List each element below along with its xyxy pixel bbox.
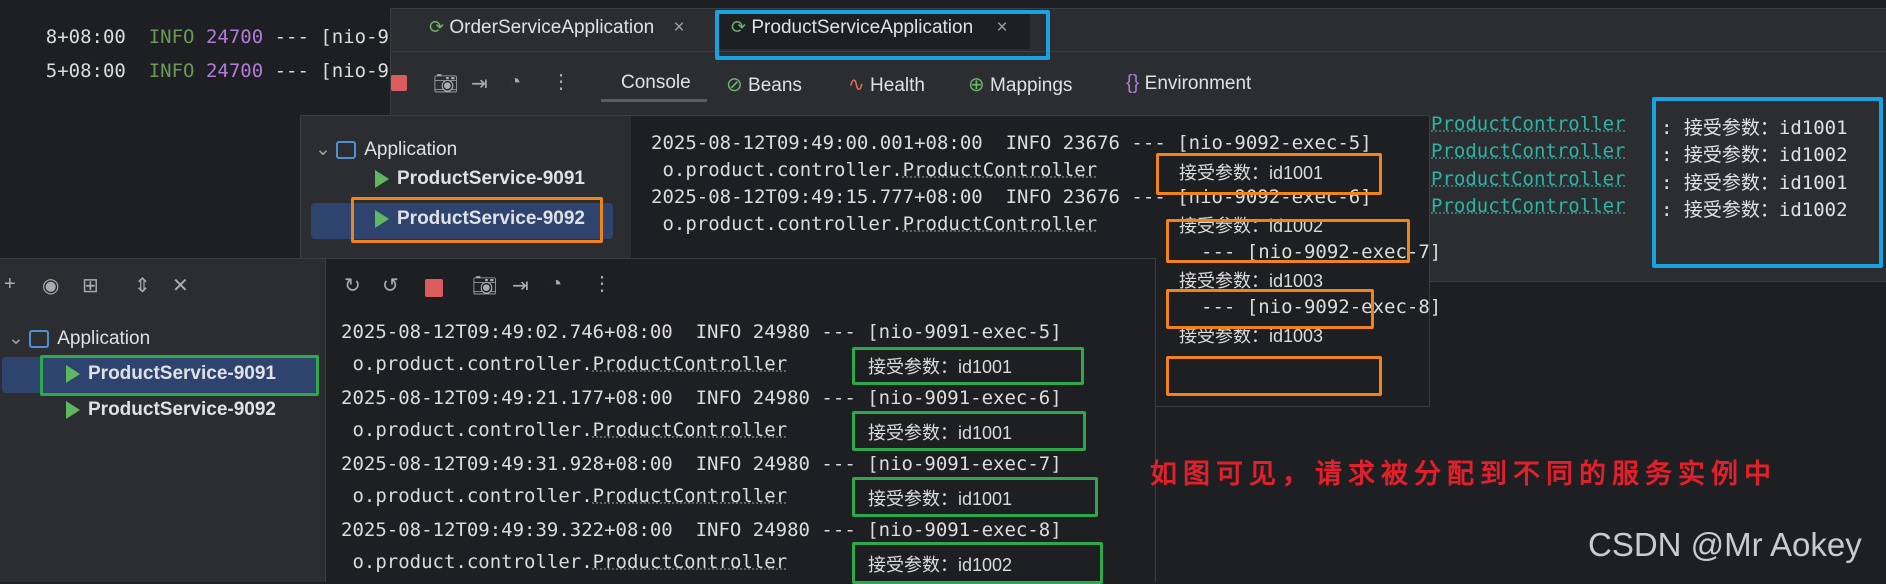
tab-beans[interactable]: ⊘ Beans (726, 72, 802, 97)
application-icon (29, 329, 50, 348)
highlight-right-log (1652, 97, 1883, 268)
tree-item-productservice-9091[interactable]: ProductService-9091 (375, 168, 585, 190)
beans-icon: ⊘ (726, 74, 743, 96)
highlight-msg (1156, 153, 1382, 195)
controller-link[interactable]: ProductController (593, 353, 787, 375)
application-icon (336, 140, 357, 159)
highlight-msg (1166, 289, 1374, 329)
controller-link[interactable]: ProductController (1431, 113, 1625, 135)
tab-order-service[interactable]: ⟳ OrderServiceApplication × (429, 17, 685, 39)
mappings-icon: ⊕ (968, 74, 985, 96)
rerun-icon[interactable]: ↻ (344, 273, 361, 298)
tab-environment[interactable]: {} Environment (1126, 72, 1251, 95)
log-line: o.product.controller.ProductController (651, 213, 1098, 235)
highlight-msg (852, 411, 1086, 451)
controller-link[interactable]: ProductController (593, 419, 787, 441)
controller-link[interactable]: ProductController (1431, 140, 1625, 162)
add-icon[interactable]: + (4, 273, 16, 296)
controller-link[interactable]: ProductController (593, 551, 787, 573)
tree-item-productservice-9092[interactable]: ProductService-9092 (66, 399, 276, 421)
divider (325, 259, 326, 582)
log-line: o.product.controller.ProductController (341, 551, 788, 573)
log-line: 2025-08-12T09:49:21.177+08:00 INFO 24980… (341, 387, 1062, 409)
tab-health[interactable]: ∿ Health (848, 72, 925, 97)
controller-link[interactable]: ProductController (903, 159, 1097, 181)
new-tab-icon[interactable]: ⊞ (82, 273, 99, 298)
more-icon[interactable]: ⋮ (551, 69, 571, 94)
log-line: 2025-08-12T09:49:31.928+08:00 INFO 24980… (341, 453, 1062, 475)
export-icon[interactable]: ⇥ (512, 273, 529, 298)
bottom-run-window: + ◉ ⊞ ⇕ ✕ ↻ ↺ 📷︎ ⇥ ◔ ⋮ ⌄ Application Pro… (0, 258, 1156, 584)
controller-link[interactable]: ProductController (593, 485, 787, 507)
stop-icon[interactable] (391, 75, 407, 91)
more-icon[interactable]: ⋮ (592, 271, 612, 296)
highlight-msg (1166, 219, 1410, 263)
chevron-down-icon: ⌄ (315, 139, 331, 160)
log-line: o.product.controller.ProductController (651, 159, 1098, 181)
run-icon (66, 400, 80, 419)
highlight-msg (1166, 356, 1382, 396)
rerun-debug-icon[interactable]: ↺ (382, 273, 399, 298)
controller-link[interactable]: ProductController (1431, 195, 1625, 217)
highlight-msg (852, 347, 1084, 385)
highlight-msg (852, 477, 1098, 517)
log-line: o.product.controller.ProductController (341, 419, 788, 441)
stop-icon[interactable] (425, 279, 443, 297)
highlight-msg (852, 542, 1103, 584)
gauge-icon[interactable]: ◔ (509, 71, 521, 94)
run-icon (375, 169, 389, 188)
export-icon[interactable]: ⇥ (471, 71, 488, 96)
log-line: o.product.controller.ProductController (341, 485, 788, 507)
tab-mappings[interactable]: ⊕ Mappings (968, 72, 1072, 97)
controller-link[interactable]: ProductController (1431, 168, 1625, 190)
highlight-tab (715, 10, 1050, 60)
console-underline (601, 99, 707, 102)
health-icon: ∿ (848, 74, 865, 96)
expand-icon[interactable]: ⇕ (134, 273, 151, 298)
gauge-icon[interactable]: ◔ (550, 273, 562, 296)
log-line: 2025-08-12T09:49:39.322+08:00 INFO 24980… (341, 519, 1062, 541)
chevron-down-icon: ⌄ (8, 328, 24, 349)
eye-icon[interactable]: ◉ (42, 273, 59, 298)
annotation-text: 如图可见，请求被分配到不同的服务实例中 (1150, 459, 1777, 490)
log-line: 2025-08-12T09:49:02.746+08:00 INFO 24980… (341, 321, 1062, 343)
log-line: 5+08:00 INFO 24700 --- [nio-9090 (45, 60, 424, 82)
tree-root-application[interactable]: ⌄ Application (315, 138, 457, 161)
camera-icon[interactable]: 📷︎ (472, 273, 497, 298)
watermark: CSDN @Mr Aokey (1588, 526, 1862, 563)
log-line: 2025-08-12T09:49:00.001+08:00 INFO 23676… (651, 132, 1372, 154)
controller-link[interactable]: ProductController (903, 213, 1097, 235)
camera-icon[interactable]: 📷︎ (433, 71, 458, 96)
close-icon[interactable]: × (674, 17, 685, 38)
tree-root-application[interactable]: ⌄ Application (8, 327, 150, 350)
spring-boot-icon: ⟳ (429, 17, 445, 37)
environment-icon: {} (1126, 72, 1140, 94)
highlight-9092 (351, 197, 603, 243)
log-line: o.product.controller.ProductController (341, 353, 788, 375)
collapse-icon[interactable]: ✕ (172, 273, 189, 298)
tab-console[interactable]: Console (621, 72, 691, 94)
highlight-9091 (40, 355, 319, 396)
